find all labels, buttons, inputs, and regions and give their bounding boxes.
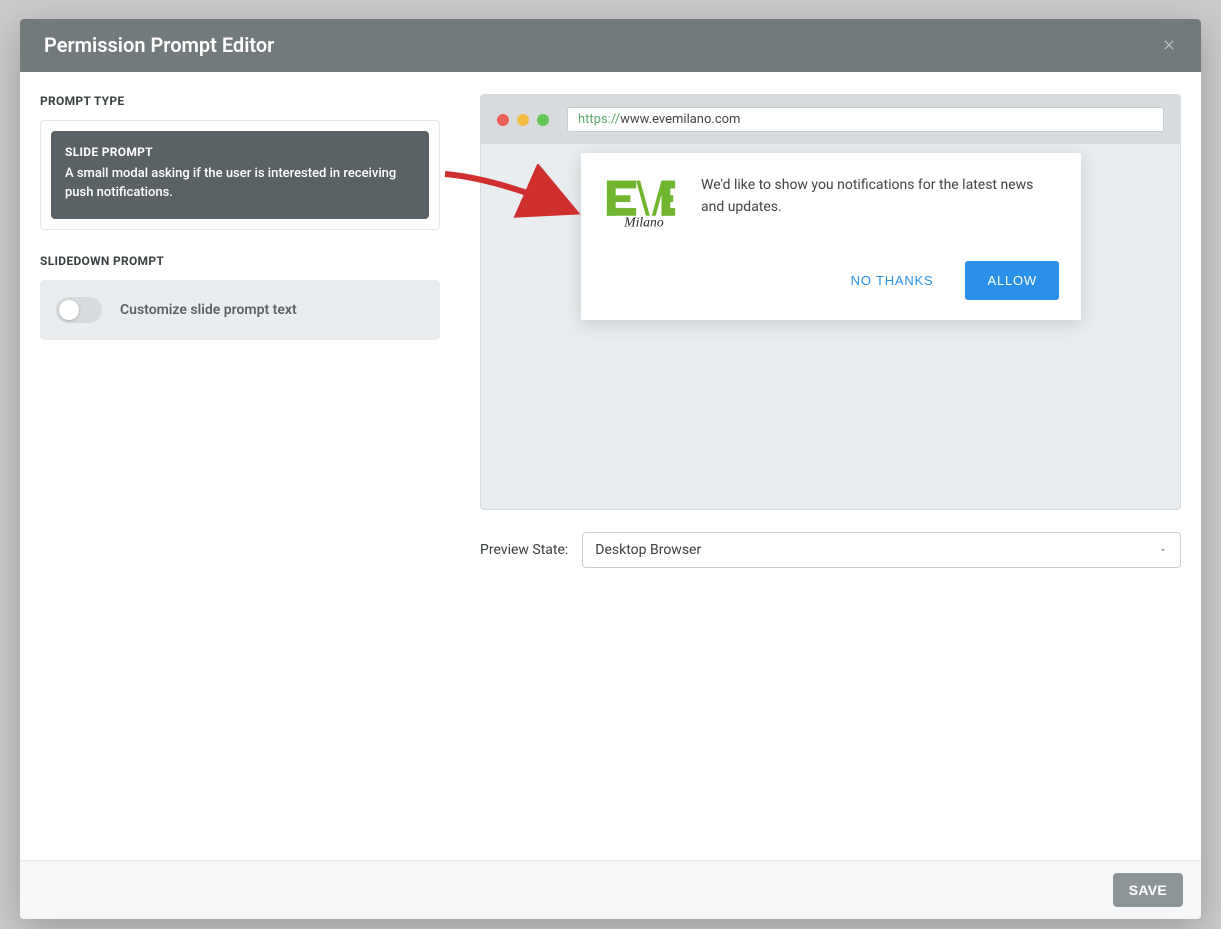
allow-button[interactable]: ALLOW — [965, 261, 1059, 300]
toggle-knob — [59, 300, 79, 320]
no-thanks-button[interactable]: NO THANKS — [837, 263, 948, 298]
prompt-type-label: PROMPT TYPE — [40, 94, 440, 108]
modal-header: Permission Prompt Editor — [20, 19, 1201, 72]
browser-chrome-bar: https://www.evemilano.com — [481, 95, 1180, 144]
preview-state-row: Preview State: Desktop Browser — [480, 532, 1181, 568]
slide-prompt-description: A small modal asking if the user is inte… — [65, 165, 415, 203]
window-dot-red — [497, 114, 509, 126]
preview-state-value: Desktop Browser — [595, 542, 701, 558]
logo-text: Milano — [623, 214, 664, 229]
notification-actions: NO THANKS ALLOW — [603, 261, 1059, 300]
preview-state-select[interactable]: Desktop Browser — [582, 532, 1181, 568]
customize-toggle[interactable] — [56, 297, 102, 323]
notification-text: We'd like to show you notifications for … — [701, 175, 1059, 235]
preview-state-label: Preview State: — [480, 542, 568, 558]
url-bar: https://www.evemilano.com — [567, 107, 1164, 132]
window-dot-green — [537, 114, 549, 126]
permission-prompt-modal: Permission Prompt Editor PROMPT TYPE SLI… — [20, 19, 1201, 919]
modal-body: PROMPT TYPE SLIDE PROMPT A small modal a… — [20, 72, 1201, 860]
site-logo: Milano — [603, 175, 681, 235]
customize-toggle-label: Customize slide prompt text — [120, 302, 297, 318]
close-button[interactable] — [1157, 33, 1181, 57]
browser-preview: https://www.evemilano.com — [480, 94, 1181, 510]
customize-toggle-card: Customize slide prompt text — [40, 280, 440, 340]
slide-prompt-option[interactable]: SLIDE PROMPT A small modal asking if the… — [51, 131, 429, 219]
slidedown-section: SLIDEDOWN PROMPT Customize slide prompt … — [40, 254, 440, 340]
notification-prompt: Milano We'd like to show you notificatio… — [581, 153, 1081, 320]
chevron-down-icon — [1158, 545, 1168, 555]
prompt-type-card[interactable]: SLIDE PROMPT A small modal asking if the… — [40, 120, 440, 230]
modal-title: Permission Prompt Editor — [44, 33, 274, 57]
slidedown-label: SLIDEDOWN PROMPT — [40, 254, 440, 268]
save-button[interactable]: SAVE — [1113, 873, 1183, 907]
window-dot-yellow — [517, 114, 529, 126]
left-column: PROMPT TYPE SLIDE PROMPT A small modal a… — [40, 94, 440, 840]
slide-prompt-title: SLIDE PROMPT — [65, 145, 415, 159]
close-icon — [1161, 37, 1177, 53]
url-protocol: https:// — [578, 112, 620, 127]
notification-body: Milano We'd like to show you notificatio… — [603, 175, 1059, 235]
right-column: https://www.evemilano.com — [480, 94, 1181, 840]
modal-footer: SAVE — [20, 860, 1201, 919]
url-host: www.evemilano.com — [620, 112, 740, 127]
